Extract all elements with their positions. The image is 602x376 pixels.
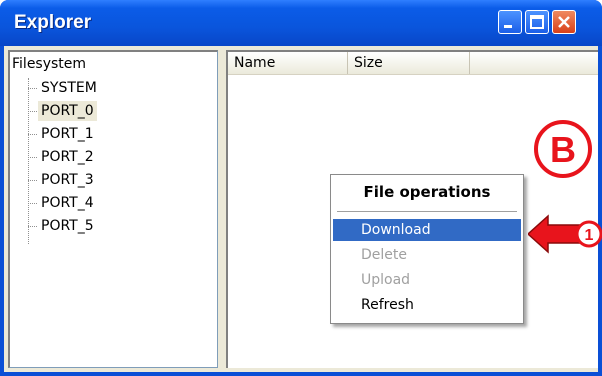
menu-item-upload: Upload [361, 272, 411, 288]
tree-connector [28, 88, 37, 89]
annotation-step-arrow: 1 [528, 214, 602, 254]
tree-connector [28, 111, 37, 112]
minimize-icon [504, 25, 512, 28]
menu-item-refresh[interactable]: Refresh [333, 294, 521, 316]
column-header-size[interactable]: Size [348, 52, 470, 74]
explorer-window: Explorer Filesystem SYSTEM PORT_0 PORT_1… [0, 0, 602, 376]
maximize-icon [530, 15, 544, 29]
tree-connector [28, 226, 37, 227]
tree-connector [28, 134, 37, 135]
menu-separator [337, 211, 517, 212]
badge-label: B [550, 129, 576, 170]
close-button[interactable] [552, 10, 576, 34]
tree-item-port-2[interactable]: PORT_2 [38, 147, 97, 167]
tree-connector [28, 78, 29, 244]
tree-root[interactable]: Filesystem [12, 56, 86, 72]
maximize-button[interactable] [525, 10, 549, 34]
step-number: 1 [585, 227, 594, 244]
pane-splitter[interactable] [218, 46, 226, 372]
filesystem-tree[interactable]: Filesystem SYSTEM PORT_0 PORT_1 PORT_2 P… [8, 50, 218, 368]
tree-item-port-1[interactable]: PORT_1 [38, 124, 97, 144]
tree-item-port-5[interactable]: PORT_5 [38, 216, 97, 236]
column-header-name[interactable]: Name [228, 52, 348, 74]
tree-item-port-3[interactable]: PORT_3 [38, 170, 97, 190]
file-operations-menu: File operations Download Delete Upload R… [330, 174, 524, 324]
title-bar[interactable]: Explorer [0, 0, 602, 46]
menu-item-delete: Delete [361, 247, 407, 263]
list-header: Name Size [228, 52, 598, 75]
close-icon [558, 16, 570, 28]
tree-connector [28, 203, 37, 204]
tree-connector [28, 157, 37, 158]
window-title: Explorer [14, 12, 92, 33]
menu-item-download[interactable]: Download [333, 219, 521, 241]
annotation-badge-b: B [534, 120, 592, 178]
tree-item-port-0[interactable]: PORT_0 [38, 101, 97, 121]
minimize-button[interactable] [498, 10, 522, 34]
menu-title: File operations [363, 183, 491, 201]
tree-item-port-4[interactable]: PORT_4 [38, 193, 97, 213]
tree-connector [28, 180, 37, 181]
tree-item-system[interactable]: SYSTEM [38, 78, 100, 98]
